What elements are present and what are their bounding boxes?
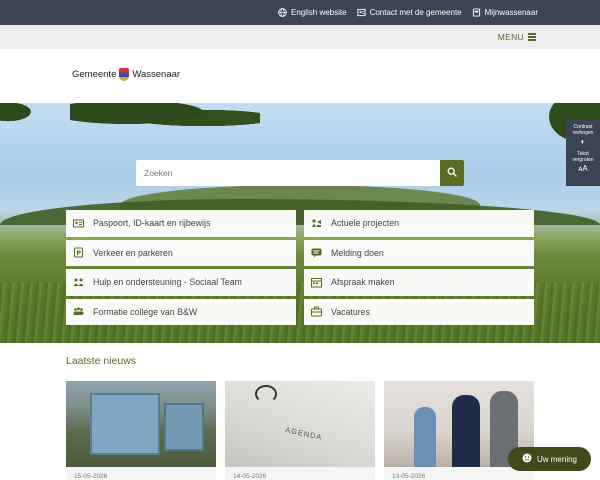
quick-link-verkeer[interactable]: P Verkeer en parkeren: [66, 239, 296, 266]
quick-link-label: Hulp en ondersteuning - Sociaal Team: [93, 277, 242, 288]
menu-button[interactable]: MENU: [498, 32, 536, 42]
quick-link-label: Actuele projecten: [331, 218, 399, 229]
news-image: [66, 381, 216, 467]
contact-link[interactable]: Contact met de gemeente: [357, 8, 462, 17]
contact-icon: [357, 8, 366, 17]
quick-link-melding[interactable]: Melding doen: [304, 239, 534, 266]
text-size-button[interactable]: Tekst vergroten ᴀA: [567, 151, 599, 178]
quick-link-afspraak[interactable]: Afspraak maken: [304, 269, 534, 296]
quick-link-projecten[interactable]: Actuele projecten: [304, 210, 534, 237]
news-section-title: Laatste nieuws: [66, 355, 137, 367]
accessibility-panel: Contrast verhogen ◐ Tekst vergroten ᴀA: [566, 120, 600, 186]
search-input[interactable]: [136, 160, 440, 186]
hero-banner: Paspoort, ID-kaart en rijbewijs Actuele …: [0, 103, 600, 343]
quick-link-label: Melding doen: [331, 247, 384, 258]
english-website-link[interactable]: English website: [278, 8, 347, 17]
text-size-icon: ᴀA: [578, 164, 588, 173]
search-bar: [136, 160, 464, 186]
feedback-button[interactable]: Uw mening: [508, 447, 591, 471]
hamburger-icon: [528, 33, 536, 41]
council-icon: [73, 306, 84, 317]
menu-label: MENU: [497, 32, 524, 42]
contrast-button[interactable]: Contrast verhogen ◐: [567, 124, 599, 151]
support-icon: [73, 277, 84, 288]
logo-text-wassenaar: Wassenaar: [132, 69, 181, 80]
menu-bar: MENU: [0, 25, 600, 49]
hero-foliage: [70, 103, 260, 133]
mijnwassenaar-link[interactable]: Mijnwassenaar: [472, 8, 538, 17]
english-website-label: English website: [290, 8, 347, 17]
hero-foliage-left: [0, 103, 40, 125]
portal-icon: [472, 8, 481, 17]
id-card-icon: [73, 218, 84, 229]
appointment-icon: [311, 277, 322, 288]
news-date: 14-05-2026: [233, 473, 267, 480]
quick-link-label: Afspraak maken: [331, 277, 395, 288]
svg-text:P: P: [76, 249, 81, 257]
site-header: Gemeente Wassenaar: [0, 49, 600, 103]
news-image: AGENDA: [225, 381, 375, 467]
text-size-label-2: vergroten: [572, 157, 594, 163]
contrast-icon: ◐: [580, 137, 586, 146]
logo-text-gemeente: Gemeente: [72, 69, 117, 80]
quick-link-label: Formatie college van B&W: [93, 306, 198, 317]
quick-links: Paspoort, ID-kaart en rijbewijs Actuele …: [66, 210, 534, 325]
news-date: 15-05-2026: [74, 473, 108, 480]
globe-icon: [278, 8, 287, 17]
projects-icon: [311, 218, 322, 229]
report-icon: [311, 247, 322, 258]
contact-label: Contact met de gemeente: [369, 8, 462, 17]
quick-link-hulp[interactable]: Hulp en ondersteuning - Sociaal Team: [66, 269, 296, 296]
smiley-icon: [522, 453, 532, 465]
quick-link-paspoort[interactable]: Paspoort, ID-kaart en rijbewijs: [66, 210, 296, 237]
feedback-label: Uw mening: [536, 454, 577, 464]
agenda-image-text: AGENDA: [284, 425, 324, 442]
top-utility-bar: English website Contact met de gemeente …: [0, 0, 600, 25]
quick-link-label: Verkeer en parkeren: [93, 247, 173, 258]
news-card[interactable]: AGENDA 14-05-2026: [225, 381, 375, 480]
parking-icon: P: [73, 247, 84, 258]
search-icon: [447, 164, 457, 182]
quick-link-formatie[interactable]: Formatie college van B&W: [66, 298, 296, 325]
quick-link-label: Vacatures: [331, 306, 370, 317]
news-date: 13-05-2026: [392, 473, 426, 480]
contrast-label-2: verhogen: [572, 130, 594, 136]
briefcase-icon: [311, 306, 322, 317]
news-card[interactable]: 15-05-2026: [66, 381, 216, 480]
quick-link-vacatures[interactable]: Vacatures: [304, 298, 534, 325]
mijnwassenaar-label: Mijnwassenaar: [484, 8, 538, 17]
quick-link-label: Paspoort, ID-kaart en rijbewijs: [93, 218, 211, 229]
gemeente-logo[interactable]: Gemeente Wassenaar: [72, 68, 180, 81]
crest-icon: [119, 68, 130, 81]
search-button[interactable]: [440, 160, 464, 186]
